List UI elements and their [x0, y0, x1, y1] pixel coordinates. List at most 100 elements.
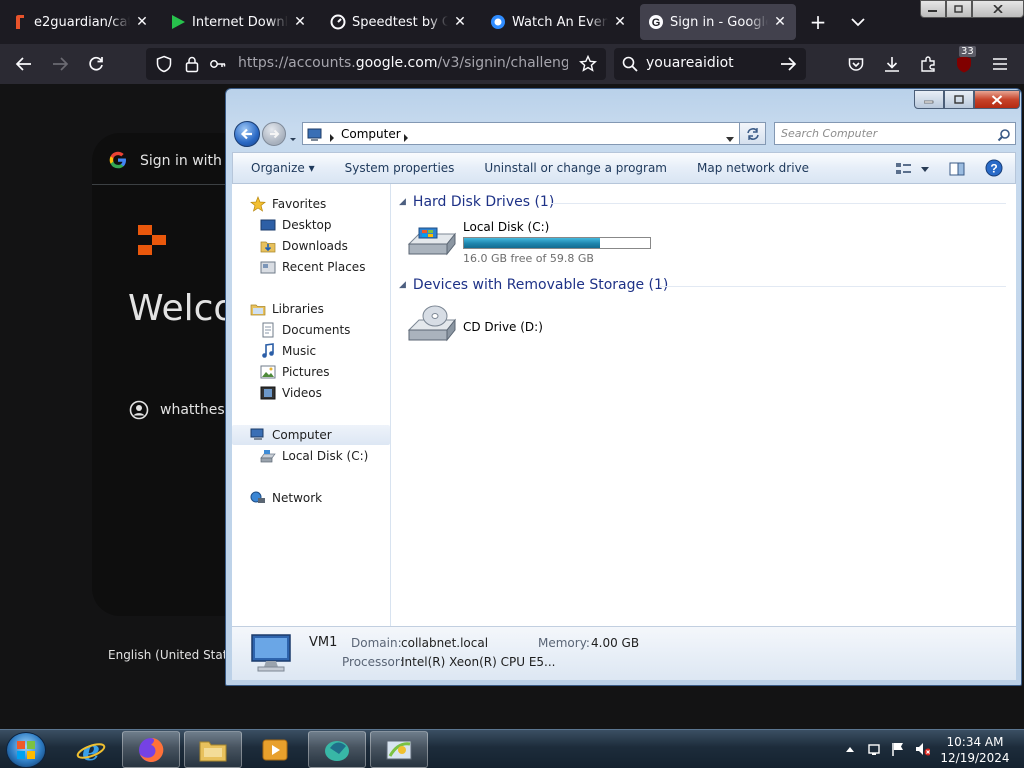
app-logo-icon — [138, 225, 168, 263]
forward-arrow-icon[interactable] — [48, 52, 72, 76]
start-button[interactable] — [6, 732, 46, 768]
explorer-back-arrow-icon[interactable] — [234, 121, 260, 147]
search-input[interactable]: youareaidiot — [646, 55, 734, 71]
group-divider — [551, 203, 1006, 204]
account-avatar-icon[interactable] — [129, 400, 149, 424]
nav-favorites[interactable]: Favorites — [232, 194, 390, 214]
taskbar-internet-explorer[interactable]: e — [62, 731, 120, 768]
help-icon[interactable]: ? — [985, 159, 1003, 181]
browser-tab-e2guardian[interactable]: e2guardian/catego ✕ — [4, 4, 158, 40]
breadcrumb[interactable]: Computer — [341, 127, 401, 141]
taskbar-network-app[interactable] — [370, 731, 428, 768]
drive-d-name[interactable]: CD Drive (D:) — [463, 320, 543, 334]
taskbar: e 10:34 AM 12/19/2024 — [0, 729, 1024, 768]
browser-tab-speedtest[interactable]: Speedtest by Ookla ✕ — [322, 4, 476, 40]
nav-computer[interactable]: Computer — [232, 425, 390, 445]
tab-close-icon[interactable]: ✕ — [772, 14, 788, 30]
videos-icon — [260, 386, 276, 400]
nav-local-disk[interactable]: Local Disk (C:) — [232, 446, 390, 466]
taskbar-firefox[interactable] — [122, 731, 180, 768]
pocket-icon[interactable] — [844, 52, 868, 76]
uninstall-program-button[interactable]: Uninstall or change a program — [469, 161, 682, 175]
volume-muted-icon[interactable] — [914, 741, 930, 757]
list-all-tabs-chevron-icon[interactable] — [846, 10, 870, 34]
collapse-triangle-icon[interactable]: ◢ — [399, 280, 406, 290]
taskbar-file-explorer[interactable] — [184, 731, 242, 768]
ublock-extension-icon[interactable]: 33 — [952, 46, 976, 76]
search-bar[interactable]: youareaidiot — [614, 48, 806, 80]
minimize-button[interactable] — [920, 0, 946, 18]
show-hidden-icons-icon[interactable] — [842, 741, 858, 757]
downloads-icon[interactable] — [880, 52, 904, 76]
address-history-chevron-icon[interactable] — [725, 129, 735, 148]
search-go-arrow-icon[interactable] — [776, 52, 800, 76]
nav-music[interactable]: Music — [232, 341, 390, 361]
drive-c-usage-bar — [463, 237, 651, 249]
group-header-removable-storage[interactable]: ◢ Devices with Removable Storage (1) — [399, 277, 668, 293]
menu-hamburger-icon[interactable] — [988, 52, 1012, 76]
explorer-search-input[interactable]: Search Computer — [774, 122, 1016, 145]
preview-pane-icon[interactable] — [949, 161, 965, 180]
explorer-forward-arrow-icon[interactable] — [262, 122, 286, 146]
breadcrumb-separator-icon[interactable] — [403, 128, 409, 147]
nav-recent-places[interactable]: Recent Places — [232, 257, 390, 277]
collapse-triangle-icon[interactable]: ◢ — [399, 197, 406, 207]
explorer-minimize-button[interactable] — [914, 90, 944, 109]
nav-network[interactable]: Network — [232, 488, 390, 508]
tab-title: e2guardian/catego — [34, 14, 130, 30]
nav-desktop[interactable]: Desktop — [232, 215, 390, 235]
breadcrumb-separator-icon[interactable] — [329, 128, 335, 147]
change-view-icon[interactable] — [895, 161, 931, 180]
reload-icon[interactable] — [84, 52, 108, 76]
nav-pictures[interactable]: Pictures — [232, 362, 390, 382]
browser-tab-watch-evening[interactable]: Watch An Evening ✕ — [482, 4, 636, 40]
explorer-maximize-button[interactable] — [944, 90, 974, 109]
close-window-button[interactable] — [972, 0, 1024, 18]
group-header-hard-disk-drives[interactable]: ◢ Hard Disk Drives (1) — [399, 194, 554, 210]
tab-close-icon[interactable]: ✕ — [134, 14, 150, 30]
downloads-folder-icon — [260, 241, 276, 253]
browser-tab-internet-download[interactable]: Internet Download ✕ — [162, 4, 316, 40]
search-icon[interactable] — [997, 127, 1011, 146]
clock-time[interactable]: 10:34 AM — [940, 735, 1010, 749]
explorer-refresh-icon[interactable] — [740, 122, 766, 145]
explorer-nav-bar: Computer Search Computer — [232, 119, 1016, 149]
key-icon[interactable] — [206, 52, 230, 76]
tab-close-icon[interactable]: ✕ — [452, 14, 468, 30]
nav-downloads[interactable]: Downloads — [232, 236, 390, 256]
tracking-shield-icon[interactable] — [152, 52, 176, 76]
url-bar[interactable]: https://accounts.google.com/v3/signin/ch… — [146, 48, 606, 80]
map-network-drive-button[interactable]: Map network drive — [682, 161, 824, 175]
taskbar-remote-app[interactable] — [308, 731, 366, 768]
recent-pages-chevron-icon[interactable] — [288, 129, 298, 141]
tab-close-icon[interactable]: ✕ — [292, 14, 308, 30]
browser-tab-strip: e2guardian/catego ✕ Internet Download ✕ … — [0, 0, 1024, 44]
nav-videos[interactable]: Videos — [232, 383, 390, 403]
lock-icon[interactable] — [180, 52, 204, 76]
bookmark-star-icon[interactable] — [576, 52, 600, 76]
processor-label: Processor: — [342, 655, 404, 669]
computer-small-icon — [307, 127, 323, 146]
nav-libraries[interactable]: Libraries — [232, 299, 390, 319]
back-arrow-icon[interactable] — [12, 52, 36, 76]
url-text[interactable]: https://accounts.google.com/v3/signin/ch… — [238, 55, 568, 71]
address-bar[interactable]: Computer — [302, 122, 740, 145]
restore-button[interactable] — [946, 0, 972, 18]
account-email[interactable]: whatthesi — [160, 402, 229, 418]
explorer-close-button[interactable] — [974, 90, 1020, 109]
speedtest-favicon-icon — [330, 14, 346, 30]
organize-button[interactable]: Organize ▾ — [233, 161, 330, 175]
taskbar-media-player[interactable] — [246, 731, 304, 768]
action-center-icon[interactable] — [866, 741, 882, 757]
flag-icon[interactable] — [890, 741, 906, 757]
tab-close-icon[interactable]: ✕ — [612, 14, 628, 30]
nav-documents[interactable]: Documents — [232, 320, 390, 340]
browser-tab-google-signin[interactable]: G Sign in - Google Ac ✕ — [640, 4, 796, 40]
system-properties-button[interactable]: System properties — [330, 161, 470, 175]
extensions-puzzle-icon[interactable] — [916, 52, 940, 76]
new-tab-button[interactable]: + — [806, 10, 830, 34]
domain-label: Domain: — [351, 636, 402, 650]
clock-date[interactable]: 12/19/2024 — [940, 751, 1010, 765]
drive-c-name[interactable]: Local Disk (C:) — [463, 220, 549, 234]
network-icon — [250, 491, 265, 503]
